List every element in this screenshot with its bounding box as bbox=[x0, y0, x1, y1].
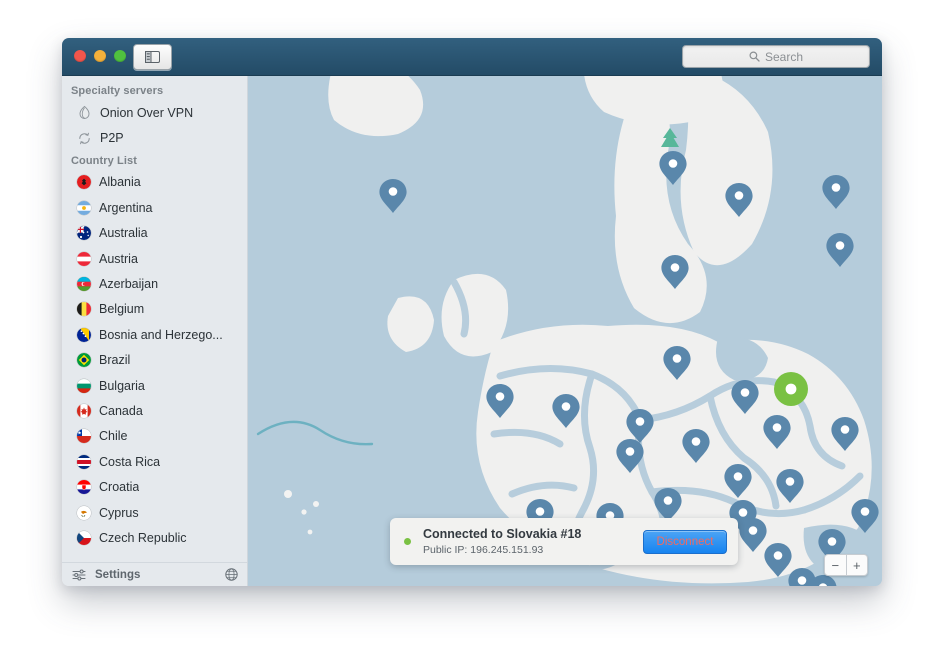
status-indicator-dot bbox=[404, 538, 411, 545]
bulgaria-flag-icon bbox=[77, 378, 91, 393]
croatia-flag-icon bbox=[77, 480, 91, 495]
connection-status-popup: Connected to Slovakia #18 Public IP: 196… bbox=[390, 518, 738, 565]
sidebar-item-label: Albania bbox=[99, 175, 141, 190]
minimize-window-button[interactable] bbox=[94, 50, 106, 62]
chile-flag-icon bbox=[77, 429, 91, 444]
traffic-lights bbox=[74, 50, 126, 62]
sidebar-item-bulgaria[interactable]: Bulgaria bbox=[62, 373, 247, 398]
sidebar-item-croatia[interactable]: Croatia bbox=[62, 474, 247, 499]
sidebar-item-austria[interactable]: Austria bbox=[62, 246, 247, 271]
search-icon bbox=[749, 51, 760, 62]
sidebar-item-label: P2P bbox=[100, 131, 124, 146]
argentina-flag-icon bbox=[77, 200, 91, 215]
settings-label: Settings bbox=[95, 569, 141, 581]
sidebar-item-argentina[interactable]: Argentina bbox=[62, 195, 247, 220]
austria-flag-icon bbox=[77, 251, 91, 266]
settings-bar: Settings bbox=[62, 562, 247, 586]
belgium-flag-icon bbox=[77, 302, 91, 317]
sidebar-item-label: Czech Republic bbox=[99, 530, 187, 545]
window-body: Specialty servers Onion Over VPN P2P Cou… bbox=[62, 76, 882, 586]
country-list-title: Country List bbox=[71, 154, 137, 167]
sidebar-item-albania[interactable]: Albania bbox=[62, 170, 247, 195]
app-window: Search Specialty servers Onion Over VPN bbox=[62, 38, 882, 586]
settings-button[interactable]: Settings bbox=[72, 569, 140, 581]
sidebar-item-label: Australia bbox=[99, 226, 148, 241]
czech-flag-icon bbox=[77, 530, 91, 545]
sidebar-item-onion-over-vpn[interactable]: Onion Over VPN bbox=[62, 100, 247, 125]
sidebar-item-azerbaijan[interactable]: Azerbaijan bbox=[62, 271, 247, 296]
albania-flag-icon bbox=[77, 175, 91, 190]
onion-icon bbox=[79, 106, 90, 120]
globe-icon bbox=[225, 568, 238, 581]
cyprus-flag-icon bbox=[77, 505, 91, 520]
brazil-flag-icon bbox=[77, 353, 91, 368]
connection-info: Connected to Slovakia #18 Public IP: 196… bbox=[423, 527, 581, 557]
sidebar-item-label: Austria bbox=[99, 251, 138, 266]
public-ip-label: Public IP: 196.245.151.93 bbox=[423, 543, 544, 556]
sidebar-item-label: Cyprus bbox=[99, 505, 139, 520]
maximize-window-button[interactable] bbox=[114, 50, 126, 62]
sidebar-item-p2p[interactable]: P2P bbox=[62, 125, 247, 150]
sidebar-item-label: Onion Over VPN bbox=[100, 105, 194, 120]
sidebar-item-belgium[interactable]: Belgium bbox=[62, 297, 247, 322]
connection-title: Connected to Slovakia #18 bbox=[423, 526, 582, 541]
costarica-flag-icon bbox=[77, 454, 91, 469]
sidebar-item-label: Azerbaijan bbox=[99, 277, 159, 292]
sidebar-item-brazil[interactable]: Brazil bbox=[62, 348, 247, 373]
map-landmasses bbox=[248, 76, 882, 586]
sidebar-toggle-icon bbox=[145, 51, 160, 63]
sidebar-item-cyprus[interactable]: Cyprus bbox=[62, 500, 247, 525]
australia-flag-icon bbox=[77, 226, 91, 241]
sidebar-item-label: Bosnia and Herzego... bbox=[99, 327, 223, 342]
sidebar: Specialty servers Onion Over VPN P2P Cou… bbox=[62, 76, 248, 586]
search-input[interactable]: Search bbox=[682, 45, 870, 68]
sidebar-item-label: Brazil bbox=[99, 353, 131, 368]
sidebar-item-label: Chile bbox=[99, 429, 128, 444]
sidebar-item-canada[interactable]: Canada bbox=[62, 398, 247, 423]
sidebar-item-label: Argentina bbox=[99, 200, 153, 215]
azerbaijan-flag-icon bbox=[77, 277, 91, 292]
sidebar-item-label: Costa Rica bbox=[99, 454, 161, 469]
close-window-button[interactable] bbox=[74, 50, 86, 62]
sidebar-toggle-button[interactable] bbox=[133, 44, 172, 70]
zoom-out-button[interactable]: − bbox=[825, 555, 846, 575]
search-placeholder: Search bbox=[764, 49, 804, 64]
p2p-icon bbox=[79, 132, 90, 144]
sidebar-item-czech-republic[interactable]: Czech Republic bbox=[62, 525, 247, 550]
canada-flag-icon bbox=[77, 403, 91, 418]
map-canvas[interactable]: Connected to Slovakia #18 Public IP: 196… bbox=[248, 76, 882, 586]
zoom-in-button[interactable]: + bbox=[847, 555, 868, 575]
specialty-servers-title: Specialty servers bbox=[71, 85, 164, 97]
sidebar-item-label: Bulgaria bbox=[99, 378, 145, 393]
sidebar-item-australia[interactable]: Australia bbox=[62, 221, 247, 246]
title-bar: Search bbox=[62, 38, 882, 76]
map-zoom-controls: − + bbox=[824, 554, 868, 576]
sidebar-list: Specialty servers Onion Over VPN P2P Cou… bbox=[62, 76, 247, 563]
active-server-pin bbox=[774, 372, 808, 406]
bosnia-flag-icon bbox=[77, 327, 91, 342]
sidebar-item-costa-rica[interactable]: Costa Rica bbox=[62, 449, 247, 474]
sliders-icon bbox=[72, 569, 86, 581]
globe-button[interactable] bbox=[225, 568, 238, 584]
disconnect-button[interactable]: Disconnect bbox=[643, 530, 727, 554]
sidebar-item-label: Belgium bbox=[99, 302, 145, 317]
sidebar-item-chile[interactable]: Chile bbox=[62, 424, 247, 449]
sidebar-item-label: Croatia bbox=[99, 480, 140, 495]
sidebar-item-label: Canada bbox=[99, 403, 143, 418]
sidebar-item-bosnia-and-herzegovina[interactable]: Bosnia and Herzego... bbox=[62, 322, 247, 347]
